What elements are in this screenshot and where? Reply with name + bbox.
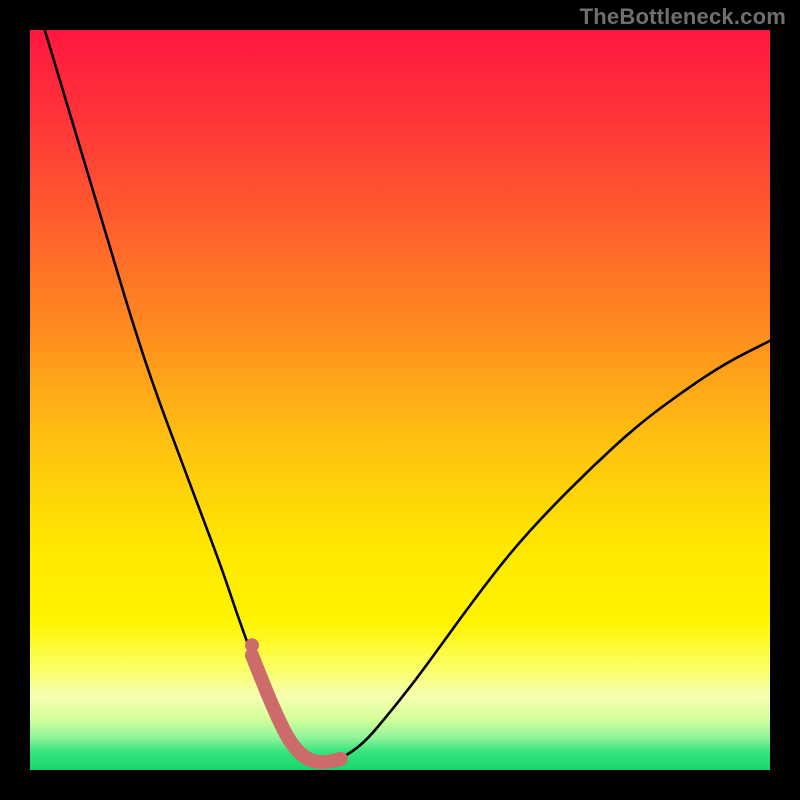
plot-area [30, 30, 770, 770]
watermark-label: TheBottleneck.com [580, 4, 786, 30]
chart-frame: TheBottleneck.com [0, 0, 800, 800]
gradient-background [30, 30, 770, 770]
highlight-dot [245, 638, 259, 652]
chart-svg [30, 30, 770, 770]
